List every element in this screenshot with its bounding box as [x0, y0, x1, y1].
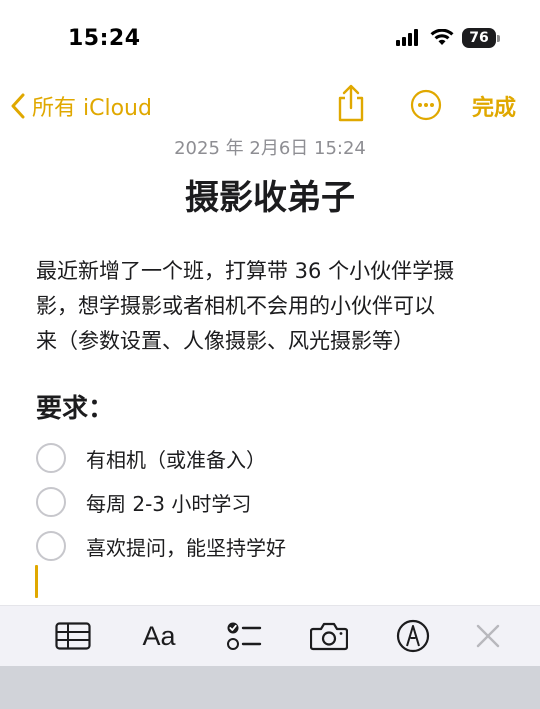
note-body-line: 影，想学摄影或者相机不会用的小伙伴可以	[36, 294, 435, 318]
close-keyboard-button[interactable]	[474, 618, 502, 654]
share-button[interactable]	[333, 84, 369, 124]
chevron-left-icon	[11, 93, 25, 119]
note-toolbar: Aa	[0, 605, 540, 666]
note-body-line: 来（参数设置、人像摄影、风光摄影等）	[36, 329, 414, 353]
note-title[interactable]: 摄影收弟子	[0, 170, 540, 219]
note-body[interactable]: 最近新增了一个班，打算带 36 个小伙伴学摄 影，想学摄影或者相机不会用的小伙伴…	[36, 254, 506, 359]
share-icon	[338, 84, 364, 122]
close-icon	[476, 624, 500, 648]
checklist-icon	[227, 622, 262, 650]
markup-button[interactable]	[396, 618, 430, 654]
checklist-item: 有相机（或准备入）	[36, 436, 506, 480]
format-button[interactable]: Aa	[138, 618, 180, 654]
status-time: 15:24	[68, 26, 141, 51]
more-button[interactable]	[410, 89, 442, 121]
checklist: 有相机（或准备入） 每周 2-3 小时学习 喜欢提问，能坚持学好	[36, 436, 506, 568]
checklist-item-text[interactable]: 每周 2-3 小时学习	[86, 488, 251, 517]
checklist-item: 每周 2-3 小时学习	[36, 480, 506, 524]
note-date: 2025 年 2月6日 15:24	[174, 138, 366, 159]
cellular-signal-icon	[396, 29, 418, 46]
keyboard-area	[0, 666, 540, 709]
back-button[interactable]: 所有 iCloud	[10, 86, 152, 126]
status-icons: 76	[396, 28, 500, 48]
checklist-button[interactable]	[226, 618, 262, 654]
checkbox-circle[interactable]	[36, 443, 66, 473]
format-label: Aa	[142, 620, 176, 651]
wifi-icon	[430, 29, 454, 45]
status-bar: 15:24 76	[0, 0, 540, 80]
nav-bar: 所有 iCloud 完成	[0, 84, 540, 128]
done-button[interactable]: 完成	[472, 90, 516, 122]
checkbox-circle[interactable]	[36, 531, 66, 561]
checklist-item-text[interactable]: 有相机（或准备入）	[86, 444, 266, 473]
checklist-item: 喜欢提问，能坚持学好	[36, 524, 506, 568]
back-button-label: 所有 iCloud	[32, 96, 152, 121]
note-body-line: 最近新增了一个班，打算带 36 个小伙伴学摄	[36, 259, 455, 283]
checklist-item-text[interactable]: 喜欢提问，能坚持学好	[86, 532, 286, 561]
battery-level: 76	[469, 30, 489, 46]
markup-icon	[396, 619, 430, 653]
camera-button[interactable]	[310, 618, 348, 654]
camera-icon	[310, 622, 348, 651]
table-icon	[55, 622, 91, 650]
more-icon	[410, 89, 442, 121]
battery-icon: 76	[462, 28, 500, 48]
text-cursor	[35, 565, 38, 598]
table-button[interactable]	[54, 618, 92, 654]
requirements-heading: 要求：	[36, 394, 115, 424]
checkbox-circle[interactable]	[36, 487, 66, 517]
